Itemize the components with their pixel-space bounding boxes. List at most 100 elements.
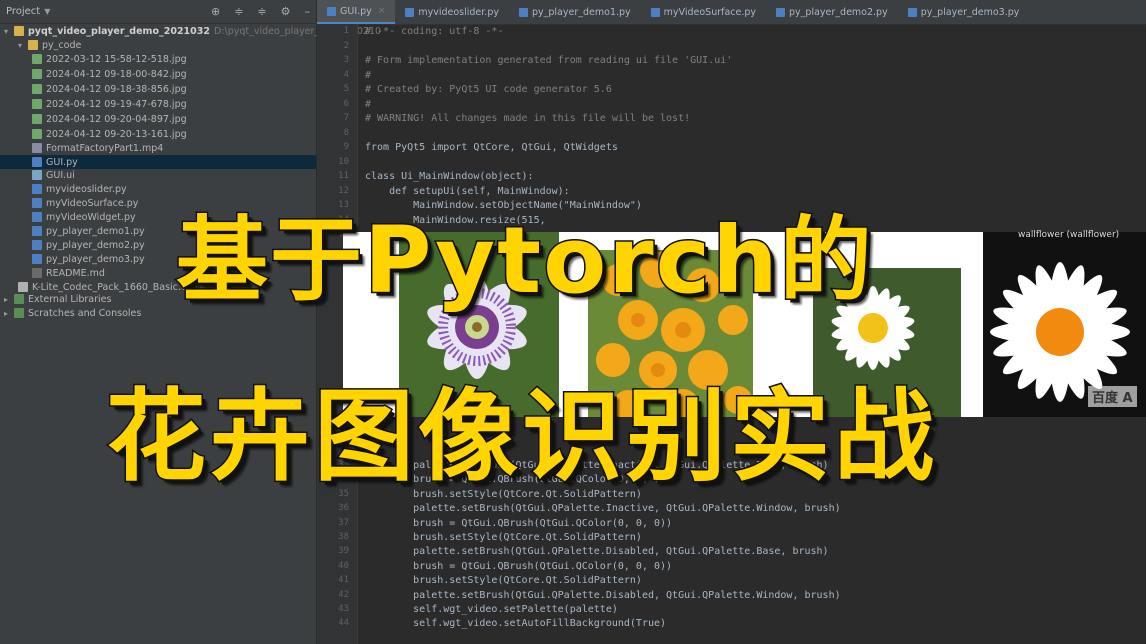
py-file-icon — [32, 157, 42, 167]
tab-1[interactable]: myvideoslider.py — [395, 0, 509, 24]
tree-item-label: 2024-04-12 09-19-47-678.jpg — [46, 98, 187, 110]
chevron-down-icon[interactable]: ▼ — [44, 7, 50, 16]
tree-item[interactable]: ▾ py_code — [0, 38, 81, 52]
collapse-icon[interactable]: ≑ — [234, 5, 243, 18]
code-line[interactable]: brush.setStyle(QtCore.Qt.SolidPattern) — [365, 532, 642, 543]
line-number: 1 — [343, 26, 349, 36]
code-line[interactable]: # Created by: PyQt5 UI code generator 5.… — [365, 84, 612, 95]
tree-item-label: GUI.py — [46, 156, 78, 168]
target-icon[interactable]: ⊕ — [211, 5, 220, 18]
tree-item-label: myvideoslider.py — [46, 183, 127, 195]
tree-item[interactable]: 2024-04-12 09-18-00-842.jpg — [0, 67, 187, 81]
project-panel-header: Project ▼ ⊕ ≑ ≑ ⚙ – — [0, 0, 316, 24]
tree-item[interactable]: FormatFactoryPart1.mp4 — [0, 141, 163, 155]
folder-file-icon — [28, 40, 38, 50]
tree-item-label: py_player_demo1.py — [46, 225, 145, 237]
img-file-icon — [32, 114, 42, 124]
py-file-icon — [32, 198, 42, 208]
tree-item[interactable]: myVideoWidget.py — [0, 210, 136, 224]
tree-item[interactable]: py_player_demo3.py — [0, 252, 145, 266]
py-file-icon — [32, 212, 42, 222]
tree-item[interactable]: 2024-04-12 09-19-47-678.jpg — [0, 97, 187, 111]
tab-2[interactable]: py_player_demo1.py — [509, 0, 641, 24]
tree-item[interactable]: 2022-03-12 15-58-12-518.jpg — [0, 52, 187, 66]
img-file-icon — [32, 84, 42, 94]
tab-5[interactable]: py_player_demo3.py — [898, 0, 1030, 24]
python-file-icon — [907, 7, 917, 17]
line-number: 5 — [343, 84, 349, 94]
line-number: 40 — [338, 560, 349, 571]
tree-item-label: myVideoWidget.py — [46, 211, 136, 223]
code-line[interactable]: # -*- coding: utf-8 -*- — [365, 26, 503, 37]
code-line[interactable]: class Ui_MainWindow(object): — [365, 171, 534, 182]
watermark: 百度 A — [1088, 386, 1137, 407]
tree-item-label: myVideoSurface.py — [46, 197, 139, 209]
tree-item-label: FormatFactoryPart1.mp4 — [46, 142, 164, 154]
tree-item[interactable]: GUI.ui — [0, 168, 75, 182]
code-line[interactable]: self.wgt_video.setAutoFillBackground(Tru… — [365, 618, 666, 629]
line-number: 2 — [343, 40, 349, 51]
tree-item-label: GUI.ui — [46, 169, 75, 181]
tab-3[interactable]: myVideoSurface.py — [641, 0, 766, 24]
tree-item[interactable]: ▸ Scratches and Consoles — [0, 306, 141, 320]
img-file-icon — [32, 129, 42, 139]
chevron-down-icon[interactable]: ▾ — [4, 27, 14, 36]
chevron-right-icon[interactable]: ▸ — [4, 295, 14, 304]
close-icon[interactable]: × — [378, 6, 386, 16]
code-line[interactable]: # WARNING! All changes made in this file… — [365, 113, 690, 124]
lib-file-icon — [14, 308, 24, 318]
code-line[interactable]: brush = QtGui.QBrush(QtGui.QColor(0, 0, … — [365, 518, 672, 529]
code-line[interactable]: # — [365, 70, 371, 81]
tree-item[interactable]: myVideoSurface.py — [0, 196, 138, 210]
code-line[interactable]: # Form implementation generated from rea… — [365, 55, 732, 66]
code-line[interactable]: palette.setBrush(QtGui.QPalette.Inactive… — [365, 503, 840, 514]
gear-icon[interactable]: ⚙ — [281, 5, 291, 18]
exe-file-icon — [18, 282, 28, 292]
code-line[interactable]: from PyQt5 import QtCore, QtGui, QtWidge… — [365, 142, 618, 153]
tab-0[interactable]: GUI.py × — [317, 0, 396, 24]
line-number: 6 — [343, 98, 349, 109]
tree-item-label: README.md — [46, 267, 105, 279]
tree-item-label: py_code — [42, 39, 82, 51]
tree-item[interactable]: myvideoslider.py — [0, 182, 127, 196]
tree-item[interactable]: GUI.py — [0, 155, 316, 169]
tree-item[interactable]: 2024-04-12 09-20-13-161.jpg — [0, 127, 187, 141]
img-file-icon — [32, 69, 42, 79]
code-line[interactable]: # — [365, 99, 371, 110]
tree-item-label: 2024-04-12 09-18-00-842.jpg — [46, 68, 187, 80]
tree-item[interactable]: py_player_demo1.py — [0, 224, 145, 238]
tab-4[interactable]: py_player_demo2.py — [766, 0, 898, 24]
line-number: 42 — [338, 589, 349, 600]
minimize-icon[interactable]: – — [305, 5, 311, 18]
tree-item[interactable]: 2024-04-12 09-18-38-856.jpg — [0, 82, 187, 96]
code-line[interactable]: palette.setBrush(QtGui.QPalette.Disabled… — [365, 590, 840, 601]
tree-root-label: pyqt_video_player_demo_2021032 — [28, 25, 210, 37]
tree-item[interactable]: py_player_demo2.py — [0, 238, 145, 252]
line-number: 9 — [343, 142, 349, 152]
video-title-line2: 花卉图像识别实战 — [105, 377, 938, 497]
chevron-down-icon[interactable]: ▾ — [18, 41, 28, 50]
tree-item[interactable]: ▸ External Libraries — [0, 292, 111, 306]
mp4-file-icon — [32, 143, 42, 153]
expand-icon[interactable]: ≑ — [257, 5, 266, 18]
code-line[interactable]: palette.setBrush(QtGui.QPalette.Disabled… — [365, 546, 828, 557]
code-line[interactable]: self.wgt_video.setPalette(palette) — [365, 604, 618, 615]
code-line[interactable]: brush.setStyle(QtCore.Qt.SolidPattern) — [365, 575, 642, 586]
tree-item[interactable]: 2024-04-12 09-20-04-897.jpg — [0, 112, 187, 126]
md-file-icon — [32, 268, 42, 278]
tree-item[interactable]: README.md — [0, 266, 105, 280]
video-title-line1: 基于Pytorch的 — [175, 206, 874, 316]
line-number: 38 — [338, 532, 349, 542]
tab-label: GUI.py — [340, 5, 372, 17]
code-line[interactable]: brush = QtGui.QBrush(QtGui.QColor(0, 0, … — [365, 561, 672, 572]
line-number: 37 — [338, 517, 349, 528]
tab-label: py_player_demo2.py — [789, 6, 888, 18]
py-file-icon — [32, 240, 42, 250]
line-number: 7 — [343, 113, 349, 123]
lib-file-icon — [14, 294, 24, 304]
line-number: 3 — [343, 55, 349, 65]
ui-file-icon — [32, 170, 42, 180]
tree-item-label: K-Lite_Codec_Pack_1660_Basic.exe — [32, 281, 198, 293]
chevron-right-icon[interactable]: ▸ — [4, 309, 14, 318]
project-panel-title[interactable]: Project — [6, 6, 40, 17]
